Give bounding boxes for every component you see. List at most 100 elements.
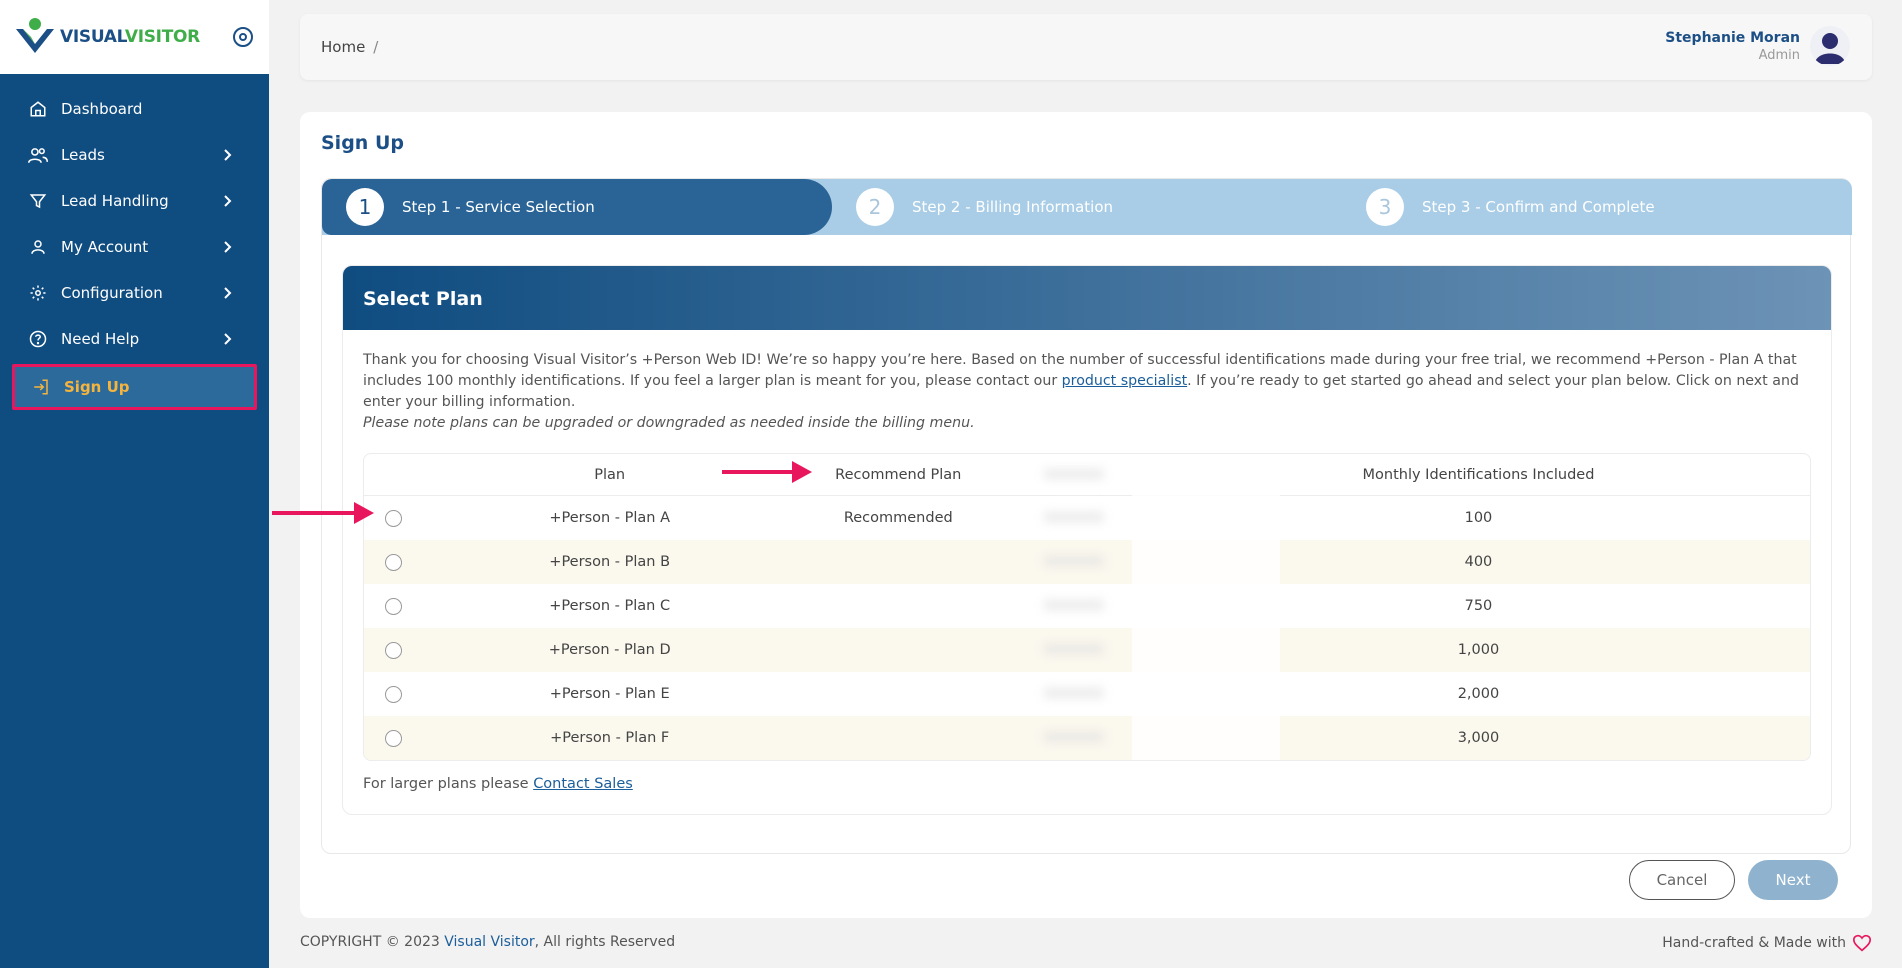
help-icon [28,329,48,349]
sidebar: VISUALVISITOR Dashboard Leads Lead Handl… [0,0,269,968]
product-specialist-link[interactable]: product specialist [1062,373,1187,389]
plan-name: +Person - Plan A [549,510,671,526]
user-info: Stephanie Moran Admin [1665,30,1800,63]
plan-name: +Person - Plan B [549,554,671,570]
table-row[interactable]: +Person - Plan F 3,000 [364,716,1810,760]
plan-name: +Person - Plan E [549,686,670,702]
sign-in-icon [31,377,51,397]
chevron-right-icon [224,149,232,161]
chevron-right-icon [224,195,232,207]
sidebar-item-leads[interactable]: Leads [0,132,269,178]
footer: COPYRIGHT © 2023 Visual Visitor, All rig… [300,934,1872,952]
step-label: Step 1 - Service Selection [402,198,595,216]
table-row[interactable]: +Person - Plan C 750 [364,584,1810,628]
table-header-row: Plan Recommend Plan Monthly Identificati… [364,454,1810,496]
annotation-arrow-recommend [722,461,812,483]
user-role: Admin [1758,47,1800,63]
user-menu[interactable]: Stephanie Moran Admin [1665,26,1850,66]
sidebar-item-configuration[interactable]: Configuration [0,270,269,316]
sidebar-item-label: Configuration [61,284,163,302]
user-avatar-icon [1815,33,1845,64]
sidebar-item-lead-handling[interactable]: Lead Handling [0,178,269,224]
user-name: Stephanie Moran [1665,29,1800,46]
step-2[interactable]: 2 Step 2 - Billing Information [856,179,1113,235]
redacted-column-overlay [1132,454,1280,760]
gear-icon [28,283,48,303]
step-label: Step 2 - Billing Information [912,198,1113,216]
plan-b-radio[interactable] [385,553,403,571]
table-row[interactable]: +Person - Plan B 400 [364,540,1810,584]
heart-icon [1852,934,1872,952]
plan-f-radio[interactable] [385,729,403,747]
step-label: Step 3 - Confirm and Complete [1422,198,1655,216]
sidebar-item-label: Dashboard [61,100,143,118]
plan-note: Please note plans can be upgraded or dow… [363,415,975,431]
sidebar-item-label: Lead Handling [61,192,169,210]
plan-redacted [1001,598,1147,614]
table-row[interactable]: +Person - Plan D 1,000 [364,628,1810,672]
sidebar-item-label: Sign Up [64,378,130,396]
copyright-prefix: COPYRIGHT © 2023 [300,934,445,950]
step-number: 1 [346,188,384,226]
chevron-right-icon [224,333,232,345]
table-row[interactable]: +Person - Plan A Recommended 100 [364,496,1810,540]
breadcrumb-separator: / [373,38,379,56]
plan-redacted [1001,554,1147,570]
sidebar-item-dashboard[interactable]: Dashboard [0,86,269,132]
select-plan-card: Select Plan Thank you for choosing Visua… [342,265,1832,815]
brand-name-part2: VISITOR [124,27,200,47]
step-number: 2 [856,188,894,226]
chevron-right-icon [224,241,232,253]
sidebar-item-label: Leads [61,146,105,164]
plan-intro: Thank you for choosing Visual Visitor’s … [343,330,1831,434]
select-plan-title: Select Plan [343,266,1831,330]
plan-redacted [1001,686,1147,702]
step-1[interactable]: 1 Step 1 - Service Selection [322,179,832,235]
users-icon [28,145,48,165]
copyright-suffix: , All rights Reserved [534,934,676,950]
copyright-brand-link[interactable]: Visual Visitor [444,934,534,950]
plan-e-radio[interactable] [385,685,403,703]
larger-plans-note: For larger plans please Contact Sales [363,776,633,792]
sidebar-item-label: Need Help [61,330,140,348]
contact-sales-link[interactable]: Contact Sales [533,776,633,792]
header-redacted [1001,467,1147,483]
made-with-text: Hand-crafted & Made with [1662,935,1846,951]
chevron-right-icon [224,287,232,299]
sidebar-item-label: My Account [61,238,149,256]
breadcrumb-home[interactable]: Home [321,38,365,56]
page-title: Sign Up [321,132,404,154]
plan-redacted [1001,730,1147,746]
signup-wizard: 1 Step 1 - Service Selection 2 Step 2 - … [321,178,1852,854]
sidebar-item-my-account[interactable]: My Account [0,224,269,270]
cancel-button[interactable]: Cancel [1629,860,1735,900]
brand-logo-text: VISUALVISITOR [60,27,200,47]
plan-name: +Person - Plan C [549,598,671,614]
wizard-steps: 1 Step 1 - Service Selection 2 Step 2 - … [322,179,1852,235]
plan-d-radio[interactable] [385,641,403,659]
brand-bar: VISUALVISITOR [0,0,269,74]
filter-icon [28,191,48,211]
header-recommend: Recommend Plan [835,466,962,483]
sidebar-nav: Dashboard Leads Lead Handling My Account [0,86,269,410]
larger-plans-text: For larger plans please [363,776,534,792]
sidebar-item-need-help[interactable]: Need Help [0,316,269,362]
plan-a-radio[interactable] [385,509,403,527]
sidebar-toggle-icon[interactable] [233,27,253,47]
annotation-arrow-radio [272,502,374,524]
visualvisitor-logo-icon [16,18,54,53]
top-bar: Home / Stephanie Moran Admin [300,14,1872,80]
table-row[interactable]: +Person - Plan E 2,000 [364,672,1810,716]
plan-name: +Person - Plan F [550,730,670,746]
avatar[interactable] [1810,26,1850,66]
breadcrumb: Home / [321,38,378,56]
next-button[interactable]: Next [1748,860,1838,900]
step-number: 3 [1366,188,1404,226]
plan-c-radio[interactable] [385,597,403,615]
made-with: Hand-crafted & Made with [1662,934,1872,952]
plan-name: +Person - Plan D [548,642,671,658]
brand-name-part1: VISUAL [60,27,125,47]
sidebar-item-sign-up[interactable]: Sign Up [12,364,257,410]
step-3[interactable]: 3 Step 3 - Confirm and Complete [1366,179,1655,235]
home-icon [28,99,48,119]
